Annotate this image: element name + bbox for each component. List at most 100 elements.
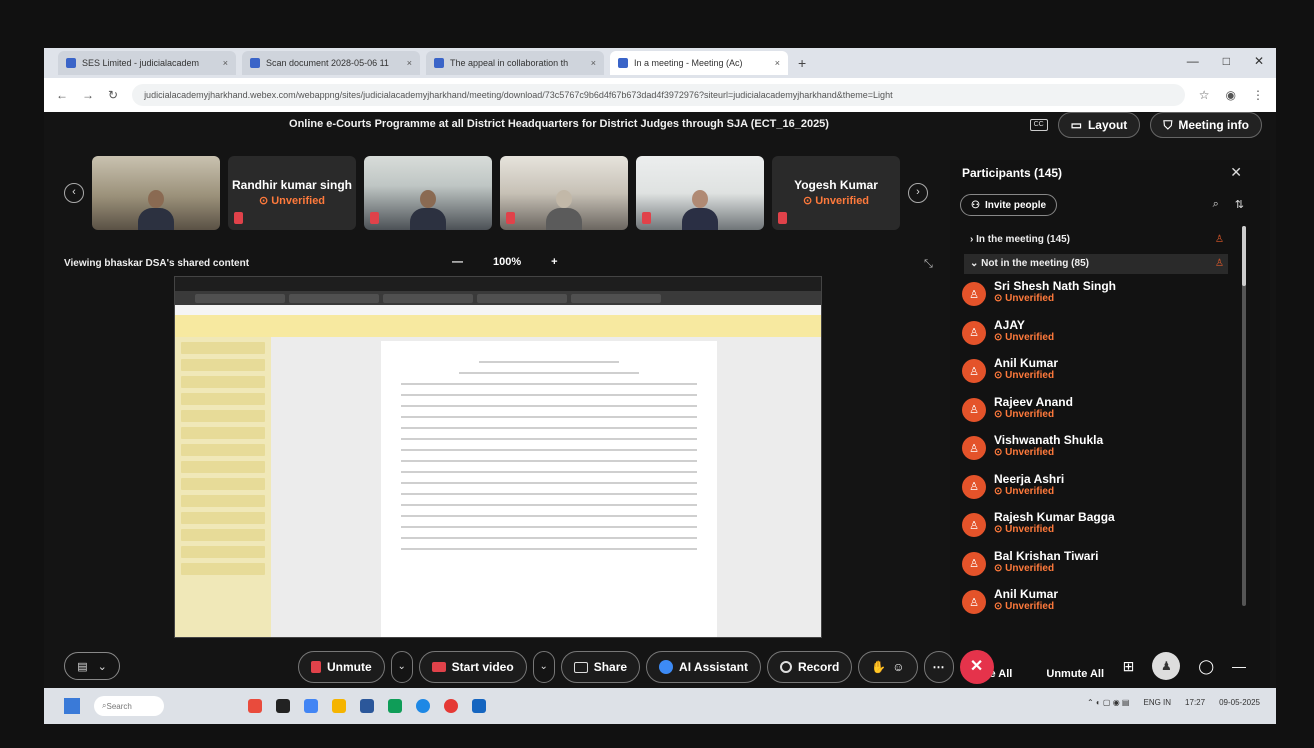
video-tile[interactable]	[500, 156, 628, 230]
participants-header: Participants (145)	[962, 166, 1063, 180]
participant-row[interactable]: ♙ Vishwanath Shukla ⊙ Unverified	[962, 434, 1242, 473]
taskbar-app-icon[interactable]	[444, 699, 458, 713]
strip-prev-button[interactable]: ‹	[64, 183, 84, 203]
close-panel-icon[interactable]: ✕	[1230, 164, 1242, 181]
meeting-area: Online e-Courts Programme at all Distric…	[44, 112, 1276, 724]
close-window-icon[interactable]: ✕	[1254, 54, 1264, 68]
unmute-button[interactable]: Unmute	[298, 651, 385, 683]
person-add-icon: ⚇	[971, 199, 980, 211]
bookmark-star-icon[interactable]: ☆	[1199, 88, 1210, 102]
taskbar-app-icon[interactable]	[472, 699, 486, 713]
apps-icon[interactable]: ⊞	[1123, 658, 1135, 675]
taskbar-app-icon[interactable]	[360, 699, 374, 713]
video-tile[interactable]: Yogesh Kumar ⊙ Unverified	[772, 156, 900, 230]
participant-row[interactable]: ♙ Sri Shesh Nath Singh ⊙ Unverified	[962, 280, 1242, 319]
participant-row[interactable]: ♙ Rajesh Kumar Bagga ⊙ Unverified	[962, 511, 1242, 550]
browser-tab[interactable]: The appeal in collaboration th ×	[426, 51, 604, 75]
tab-title: The appeal in collaboration th	[450, 58, 569, 68]
taskbar-app-icon[interactable]	[304, 699, 318, 713]
shared-screen[interactable]	[174, 276, 822, 638]
forward-icon[interactable]: →	[82, 88, 94, 102]
participant-video	[682, 190, 718, 230]
close-icon[interactable]: ×	[775, 58, 780, 68]
video-options-dropdown[interactable]: ⌄	[532, 651, 555, 683]
more-panel-icon[interactable]: —	[1232, 658, 1246, 674]
participants-toggle-button[interactable]: ♟	[1152, 652, 1181, 680]
video-tile[interactable]	[92, 156, 220, 230]
invite-people-button[interactable]: ⚇ Invite people	[960, 194, 1058, 216]
in-meeting-section[interactable]: › In the meeting (145)	[970, 234, 1070, 245]
url-input[interactable]: judicialacademyjharkhand.webex.com/webap…	[132, 84, 1185, 106]
info-shield-icon: ⛉	[1163, 117, 1173, 132]
zoom-out-button[interactable]: —	[452, 256, 463, 268]
participant-row[interactable]: ♙ Anil Kumar ⊙ Unverified	[962, 588, 1242, 627]
participant-scrollbar[interactable]	[1242, 226, 1246, 606]
window-controls: — □ ✕	[1187, 54, 1264, 68]
participant-name: AJAY	[994, 317, 1025, 332]
audio-options-dropdown[interactable]: ⌄	[390, 651, 413, 683]
reactions-button[interactable]: ✋ ☺	[858, 651, 918, 683]
start-video-button[interactable]: Start video	[418, 651, 527, 683]
unmute-all-button[interactable]: Unmute All	[1046, 668, 1104, 680]
participant-row[interactable]: ♙ Bal Krishan Tiwari ⊙ Unverified	[962, 549, 1242, 589]
back-icon[interactable]: ←	[56, 88, 68, 102]
captions-icon[interactable]: CC	[1029, 119, 1048, 131]
avatar: ♙	[962, 590, 986, 614]
windows-start-icon[interactable]	[64, 698, 80, 714]
browser-tab[interactable]: Scan document 2028-05-06 11 ×	[242, 51, 420, 75]
menu-kebab-icon[interactable]: ⋮	[1252, 88, 1264, 102]
meeting-title: Online e-Courts Programme at all Distric…	[289, 118, 829, 130]
video-tile[interactable]	[636, 156, 764, 230]
taskbar-app-icon[interactable]	[276, 699, 290, 713]
more-options-button[interactable]: ⋯	[923, 651, 954, 683]
participant-row[interactable]: ♙ Anil Kumar ⊙ Unverified	[962, 357, 1242, 396]
not-in-meeting-section[interactable]: ⌄ Not in the meeting (85)	[970, 258, 1089, 269]
taskbar-app-icon[interactable]	[388, 699, 402, 713]
browser-tab-active[interactable]: In a meeting - Meeting (Ac) ×	[610, 51, 788, 75]
participants-panel: Participants (145) ✕ ⚇ Invite people ⌕ ⇅…	[950, 160, 1270, 690]
sort-icon[interactable]: ⇅	[1235, 198, 1244, 211]
browser-tab[interactable]: SES Limited - judicialacadem ×	[58, 51, 236, 75]
maximize-icon[interactable]: □	[1223, 54, 1230, 68]
reload-icon[interactable]: ↻	[108, 88, 118, 102]
taskbar-app-icon[interactable]	[248, 699, 262, 713]
participant-row[interactable]: ♙ AJAY ⊙ Unverified	[962, 317, 1242, 358]
collapse-icon[interactable]: ⤡	[924, 258, 933, 271]
close-icon[interactable]: ×	[223, 58, 228, 68]
section-person-icon: ♙	[1215, 258, 1224, 269]
chat-icon: ▤	[77, 660, 88, 673]
end-call-button[interactable]: ✕	[959, 650, 994, 684]
video-tile[interactable]: Randhir kumar singh ⊙ Unverified	[228, 156, 356, 230]
zoom-in-button[interactable]: +	[551, 256, 557, 268]
strip-next-button[interactable]: ›	[908, 183, 928, 203]
close-icon[interactable]: ×	[407, 58, 412, 68]
avatar: ♙	[962, 474, 986, 499]
taskbar-search[interactable]: ⌕ Search	[94, 696, 164, 716]
layout-button[interactable]: ▭ Layout	[1057, 112, 1141, 138]
taskbar-app-icon[interactable]	[332, 699, 346, 713]
profile-icon[interactable]: ◉	[1226, 88, 1236, 102]
minimize-icon[interactable]: —	[1187, 54, 1199, 68]
tab-title: SES Limited - judicialacadem	[82, 58, 200, 68]
close-icon[interactable]: ×	[591, 58, 596, 68]
participant-name: Vishwanath Shukla	[994, 433, 1104, 447]
chat-toggle-button[interactable]: ▤ ⌄	[64, 652, 120, 680]
chat-bubble-icon[interactable]: ◯	[1198, 658, 1214, 675]
taskbar-app-icon[interactable]	[416, 699, 430, 713]
search-icon[interactable]: ⌕	[1213, 198, 1219, 211]
share-button[interactable]: Share	[560, 651, 641, 683]
clock-time[interactable]: 17:27	[1185, 698, 1205, 707]
tab-title: Scan document 2028-05-06 11	[266, 58, 389, 68]
participant-name: Rajeev Anand	[994, 394, 1073, 409]
ai-assistant-button[interactable]: AI Assistant	[646, 651, 761, 683]
participant-row[interactable]: ♙ Rajeev Anand ⊙ Unverified	[962, 394, 1242, 435]
participant-row[interactable]: ♙ Neerja Ashri ⊙ Unverified	[962, 472, 1242, 512]
video-tile[interactable]	[364, 156, 492, 230]
language-indicator[interactable]: ENG IN	[1143, 698, 1171, 707]
record-button[interactable]: Record	[766, 651, 853, 683]
meeting-info-button[interactable]: ⛉ Meeting info	[1150, 112, 1262, 138]
new-tab-button[interactable]: +	[798, 55, 806, 71]
clock-date[interactable]: 09-05-2025	[1219, 698, 1260, 707]
participant-status: ⊙ Unverified	[994, 601, 1055, 612]
tray-icons[interactable]: ⌃ ◐ ▢ ◉ ▤	[1087, 698, 1130, 707]
